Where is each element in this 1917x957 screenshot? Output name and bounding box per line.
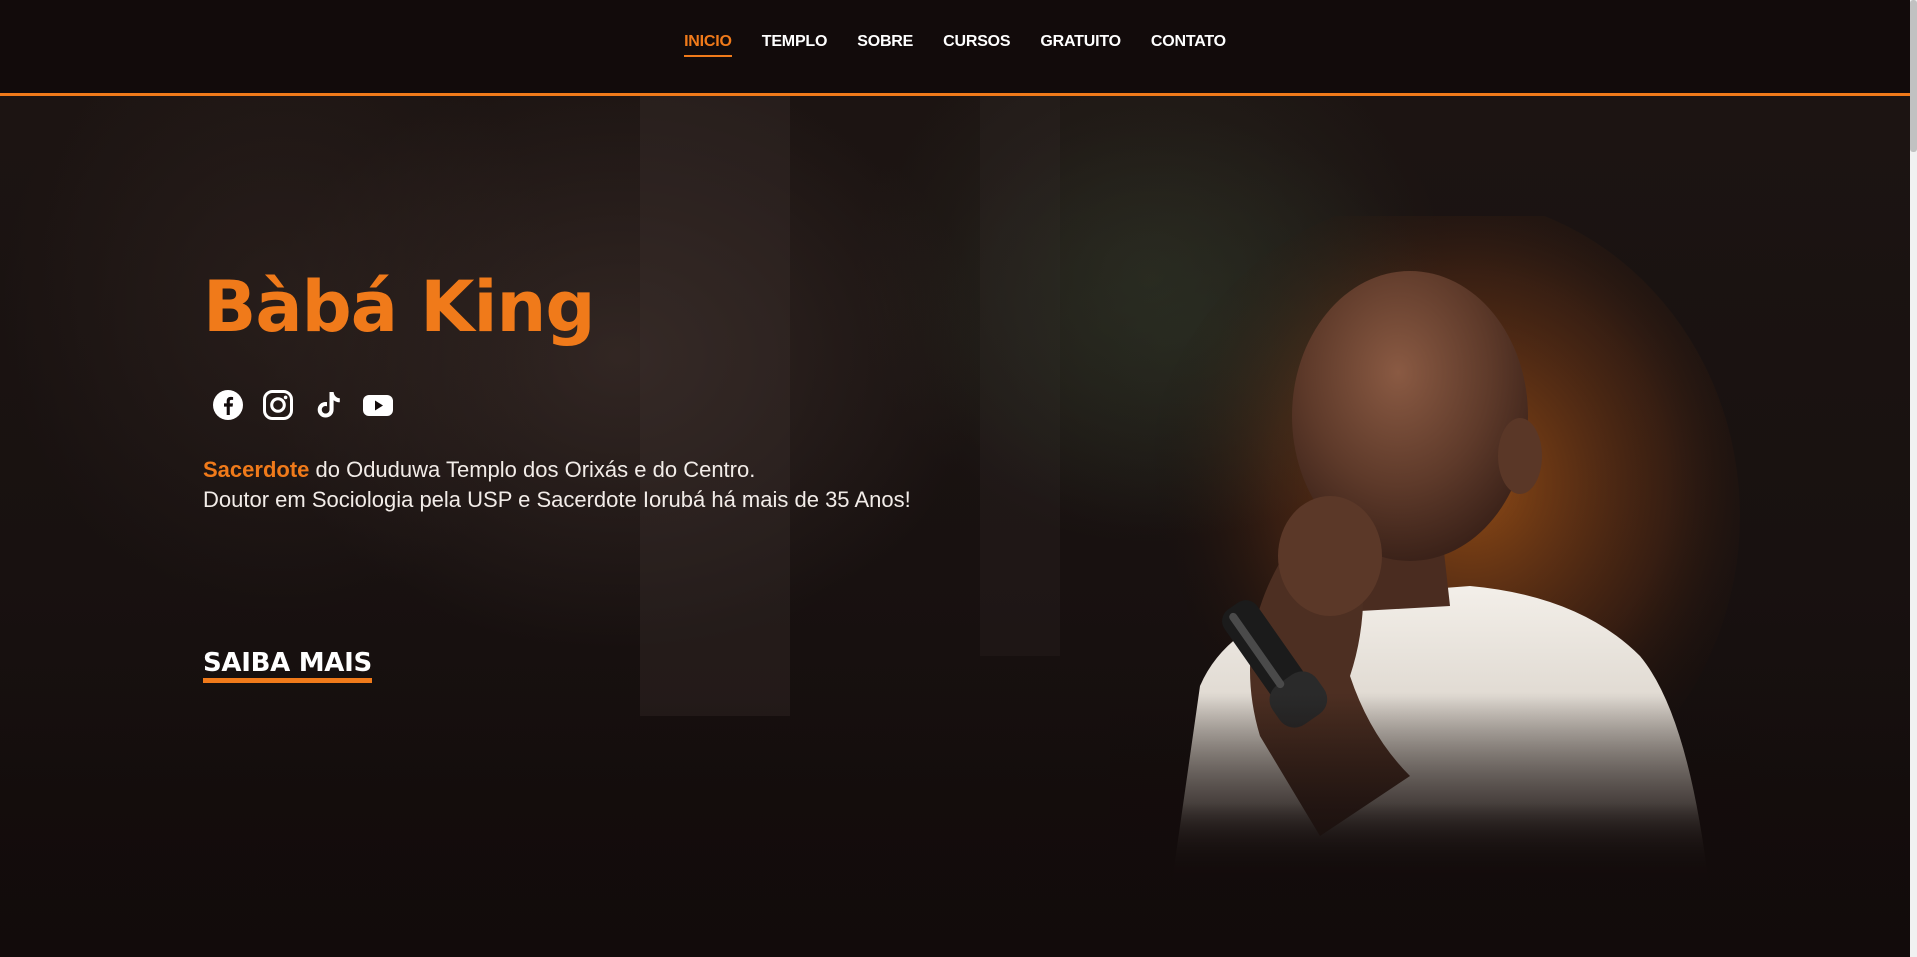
nav-item-gratuito[interactable]: GRATUITO (1040, 33, 1121, 57)
nav-item-templo[interactable]: TEMPLO (762, 33, 828, 57)
nav-item-cursos[interactable]: CURSOS (943, 33, 1010, 57)
hero-title: Bàbá King (203, 266, 595, 348)
scrollbar-thumb[interactable] (1910, 0, 1917, 152)
nav-item-sobre[interactable]: SOBRE (857, 33, 913, 57)
saiba-mais-button[interactable]: SAIBA MAIS (203, 648, 372, 683)
tiktok-icon[interactable] (312, 389, 344, 421)
hero-description-line1: Sacerdote do Oduduwa Templo dos Orixás e… (203, 455, 911, 485)
hero-bottom-fade (0, 697, 1910, 957)
nav-item-contato[interactable]: CONTATO (1151, 33, 1226, 57)
highlight-word: Sacerdote (203, 457, 310, 482)
hero-description: Sacerdote do Oduduwa Templo dos Orixás e… (203, 455, 911, 515)
hero-background-left (0, 96, 560, 616)
main-nav: INICIO TEMPLO SOBRE CURSOS GRATUITO CONT… (0, 33, 1910, 57)
instagram-icon[interactable] (262, 389, 294, 421)
social-links (212, 389, 394, 421)
site-header: INICIO TEMPLO SOBRE CURSOS GRATUITO CONT… (0, 0, 1910, 96)
hero-description-line2: Doutor em Sociologia pela USP e Sacerdot… (203, 487, 911, 512)
scrollbar[interactable] (1910, 0, 1917, 957)
nav-item-inicio[interactable]: INICIO (684, 33, 732, 57)
background-pillar (640, 96, 790, 716)
facebook-icon[interactable] (212, 389, 244, 421)
page: INICIO TEMPLO SOBRE CURSOS GRATUITO CONT… (0, 0, 1917, 957)
hero-description-line1-rest: do Oduduwa Templo dos Orixás e do Centro… (309, 457, 756, 482)
hero-section (0, 96, 1910, 957)
youtube-icon[interactable] (362, 389, 394, 421)
